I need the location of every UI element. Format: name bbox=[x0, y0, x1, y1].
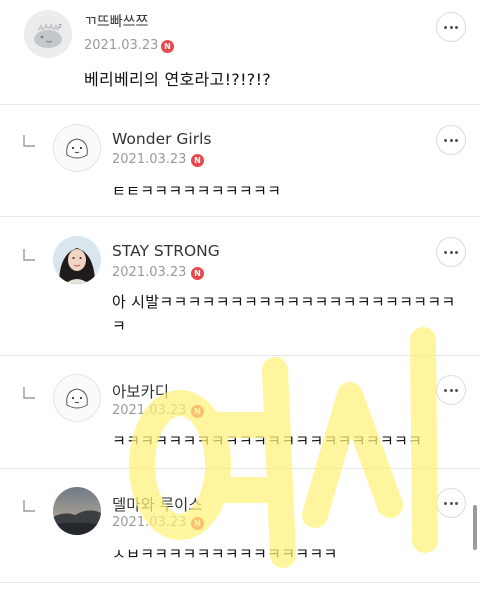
reply-arrow-icon bbox=[23, 387, 35, 399]
dot-icon bbox=[444, 138, 447, 142]
avatar[interactable] bbox=[53, 236, 101, 284]
dot-icon bbox=[455, 138, 458, 142]
divider bbox=[0, 104, 480, 105]
default-face-icon bbox=[54, 125, 100, 171]
dot-icon bbox=[444, 250, 447, 254]
comment-text: ㅌㅌㅋㅋㅋㅋㅋㅋㅋㅋㅋㅋ bbox=[112, 182, 282, 200]
new-badge: N bbox=[191, 405, 204, 418]
more-options-button[interactable] bbox=[436, 375, 466, 405]
divider bbox=[0, 468, 480, 469]
comment-date: 2021.03.23 bbox=[112, 152, 187, 167]
dot-icon bbox=[449, 250, 453, 254]
divider bbox=[0, 355, 480, 356]
comment-author[interactable]: ㄲ뜨빠쓰쯔 bbox=[84, 11, 148, 31]
dot-icon bbox=[455, 388, 458, 392]
svg-text:z: z bbox=[58, 22, 62, 30]
comment-author[interactable]: STAY STRONG bbox=[112, 242, 220, 260]
landscape-photo-icon bbox=[53, 487, 101, 535]
new-badge: N bbox=[191, 267, 204, 280]
divider bbox=[0, 582, 480, 583]
avatar[interactable] bbox=[53, 124, 101, 172]
avatar[interactable] bbox=[53, 487, 101, 535]
comment-date: 2021.03.23 bbox=[84, 38, 159, 53]
comment-text: 베리베리의 연호라고!?!?!? bbox=[84, 70, 272, 89]
person-photo-icon bbox=[53, 236, 101, 284]
avatar[interactable]: z bbox=[24, 10, 72, 58]
dot-icon bbox=[449, 501, 453, 505]
new-badge: N bbox=[191, 154, 204, 167]
comment-date: 2021.03.23 bbox=[112, 265, 187, 280]
dot-icon bbox=[449, 25, 453, 29]
comment-date: 2021.03.23 bbox=[112, 403, 187, 418]
comment-author[interactable]: 델마와 루이스 bbox=[112, 493, 203, 515]
more-options-button[interactable] bbox=[436, 488, 466, 518]
dot-icon bbox=[455, 501, 458, 505]
comment-date: 2021.03.23 bbox=[112, 515, 187, 530]
reply-arrow-icon bbox=[23, 500, 35, 512]
dot-icon bbox=[444, 25, 447, 29]
dot-icon bbox=[455, 250, 458, 254]
dot-icon bbox=[449, 138, 453, 142]
dot-icon bbox=[444, 501, 447, 505]
comment-text: ㅅㅂㅋㅋㅋㅋㅋㅋㅋㅋㅋㅋㅋㅋㅋㅋ bbox=[112, 545, 338, 563]
reply-arrow-icon bbox=[23, 249, 35, 261]
scrollbar[interactable] bbox=[473, 505, 477, 550]
sleeping-character-icon: z bbox=[24, 10, 72, 58]
dot-icon bbox=[449, 388, 453, 392]
divider bbox=[0, 216, 480, 217]
new-badge: N bbox=[161, 40, 174, 53]
comment-text: ㅋㅋㅋㅋㅋㅋㅋㅋㅋㅋㅋㅋㅋㅋㅋㅋㅋㅋㅋㅋㅋㅋ bbox=[112, 432, 423, 450]
comment-author[interactable]: 아보카디 bbox=[112, 380, 169, 402]
avatar[interactable] bbox=[53, 374, 101, 422]
more-options-button[interactable] bbox=[436, 125, 466, 155]
more-options-button[interactable] bbox=[436, 237, 466, 267]
comment-author[interactable]: Wonder Girls bbox=[112, 130, 211, 148]
reply-arrow-icon bbox=[23, 135, 35, 147]
more-options-button[interactable] bbox=[436, 12, 466, 42]
dot-icon bbox=[455, 25, 458, 29]
new-badge: N bbox=[191, 517, 204, 530]
default-face-icon bbox=[54, 375, 100, 421]
comment-text: 아 시발ㅋㅋㅋㅋㅋㅋㅋㅋㅋㅋㅋㅋㅋㅋㅋㅋㅋㅋㅋㅋㅋㅋ bbox=[112, 293, 456, 335]
dot-icon bbox=[444, 388, 447, 392]
